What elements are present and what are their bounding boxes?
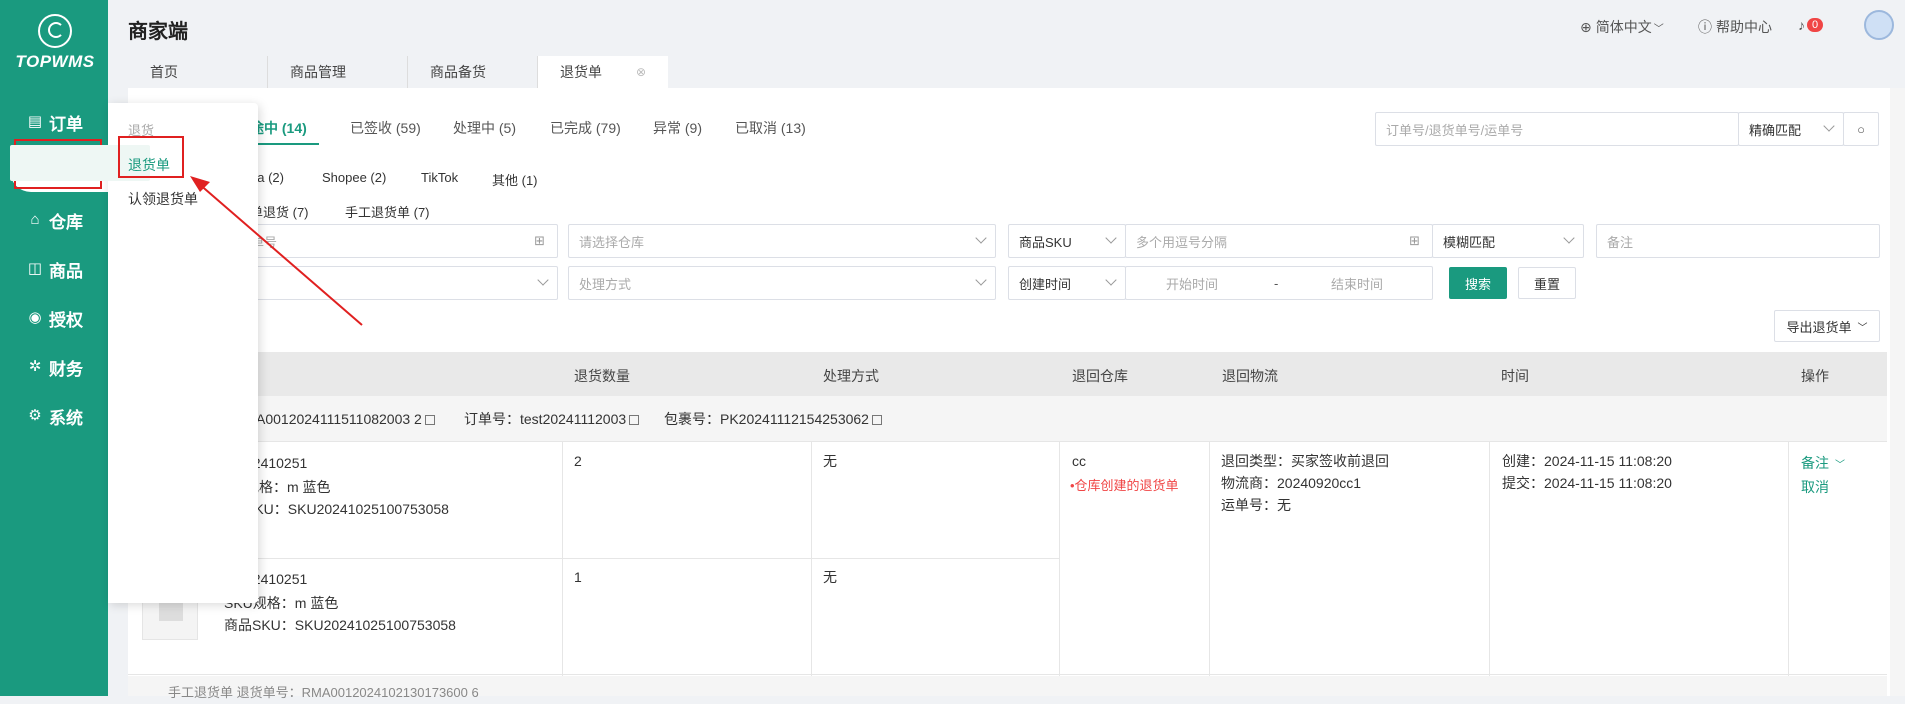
annotation-arrow xyxy=(190,176,363,326)
